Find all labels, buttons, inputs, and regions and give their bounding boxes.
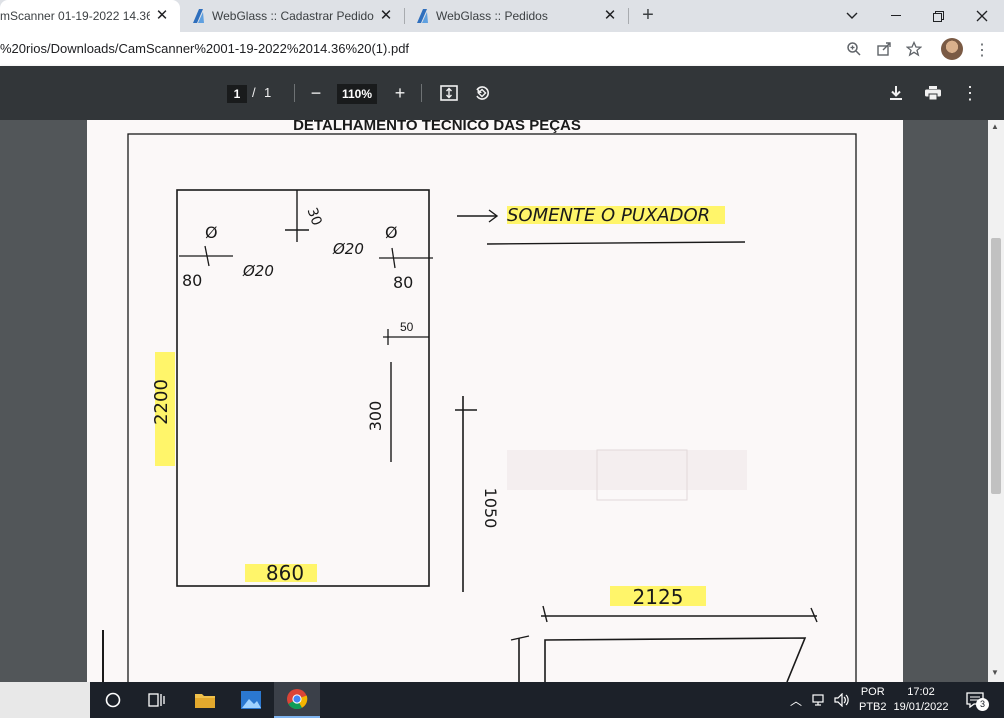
webglass-icon (193, 9, 204, 23)
dim-300-label: 300 (366, 401, 385, 432)
close-icon (976, 10, 988, 22)
network-icon[interactable] (812, 682, 828, 718)
tab-divider (628, 8, 629, 24)
only-handle-note: SOMENTE O PUXADOR (507, 205, 710, 226)
chrome-icon (287, 689, 308, 710)
dim-50-label: 50 (400, 320, 414, 334)
tab-strip: mScanner 01-19-2022 14.36 ✕ WebGlass :: … (0, 0, 1004, 32)
tab-title: WebGlass :: Pedidos (436, 9, 548, 23)
close-tab-icon[interactable]: ✕ (378, 8, 394, 24)
document-heading: DETALHAMENTO TÉCNICO DAS PEÇAS (293, 120, 581, 134)
tray-expand-icon[interactable]: ︿ (790, 682, 802, 718)
tab-cadastrar-pedido[interactable]: WebGlass :: Cadastrar Pedido ✕ (182, 0, 404, 32)
download-button[interactable] (884, 81, 908, 105)
tab-title: WebGlass :: Cadastrar Pedido (212, 9, 374, 23)
volume-icon[interactable] (834, 682, 850, 718)
height-2200-label: 2200 (151, 379, 172, 425)
rotate-button[interactable] (470, 81, 494, 105)
width-860-label: 860 (266, 561, 304, 585)
cortana-icon (105, 692, 121, 708)
dim-80-right-label: 80 (393, 273, 413, 292)
scrollbar-thumb[interactable] (991, 238, 1001, 494)
tab-pedidos[interactable]: WebGlass :: Pedidos ✕ (406, 0, 628, 32)
share-icon[interactable] (874, 39, 894, 59)
close-tab-icon[interactable]: ✕ (602, 8, 618, 24)
pdf-toolbar: 1 / 1 − 110% + ⋮ (0, 66, 1004, 120)
fit-page-button[interactable] (437, 81, 461, 105)
close-window-button[interactable] (960, 0, 1004, 32)
taskbar-search-area[interactable] (0, 682, 90, 718)
url-field[interactable]: %20rios/Downloads/CamScanner%2001-19-202… (0, 41, 409, 56)
rotate-icon (476, 86, 489, 100)
tab-camscanner[interactable]: mScanner 01-19-2022 14.36 ✕ (0, 0, 180, 32)
print-button[interactable] (921, 81, 945, 105)
zoom-icon[interactable] (844, 39, 864, 59)
restore-icon (932, 10, 944, 22)
notifications-button[interactable]: 3 (962, 682, 989, 718)
pdf-viewer: DETALHAMENTO TÉCNICO DAS PEÇAS 30 Ø 80 Ø… (0, 120, 1004, 682)
photos-app-button[interactable] (228, 682, 274, 718)
dia-20-right-label: Ø20 (332, 240, 364, 258)
windows-taskbar: ︿ POR PTB2 17:02 19/01/2022 3 (0, 682, 1004, 718)
keyboard-layout: PTB2 (859, 701, 887, 713)
webglass-icon (417, 9, 428, 23)
zoom-in-button[interactable]: + (388, 81, 412, 105)
bookmark-star-icon[interactable] (904, 39, 924, 59)
language-code: POR (860, 686, 885, 698)
close-tab-icon[interactable]: ✕ (154, 8, 170, 24)
clock[interactable]: 17:02 19/01/2022 (892, 682, 950, 718)
cortana-button[interactable] (90, 682, 136, 718)
chrome-app-button[interactable] (274, 682, 320, 718)
restore-button[interactable] (916, 0, 960, 32)
profile-avatar[interactable] (941, 38, 963, 60)
page-total: 1 (264, 85, 272, 100)
dim-80-left-label: 80 (182, 271, 202, 290)
clock-date: 19/01/2022 (893, 701, 949, 713)
scroll-up-icon[interactable]: ▲ (991, 122, 999, 131)
dia-20-left-label: Ø20 (242, 262, 274, 280)
task-view-icon (148, 693, 165, 707)
file-explorer-button[interactable] (182, 682, 228, 718)
notification-count-badge: 3 (976, 698, 989, 711)
technical-drawing: DETALHAMENTO TÉCNICO DAS PEÇAS 30 Ø 80 Ø… (87, 120, 903, 682)
task-view-button[interactable] (134, 682, 180, 718)
zoom-level-input[interactable]: 110% (337, 84, 377, 104)
toolbar-divider (421, 84, 422, 102)
photos-icon (241, 691, 261, 709)
input-language[interactable]: POR PTB2 (859, 682, 887, 718)
folder-icon (195, 694, 215, 708)
width-2125-label: 2125 (633, 585, 684, 609)
pdf-more-menu-icon[interactable]: ⋮ (958, 81, 982, 105)
tab-title: mScanner 01-19-2022 14.36 (0, 9, 150, 23)
dim-1050-label: 1050 (481, 488, 500, 529)
address-bar: %20rios/Downloads/CamScanner%2001-19-202… (0, 32, 1004, 66)
toolbar-divider (294, 84, 295, 102)
tab-divider (404, 8, 405, 24)
page-number-input[interactable]: 1 (227, 85, 247, 103)
hole-left-label: Ø (205, 223, 218, 242)
new-tab-button[interactable]: + (636, 4, 660, 28)
hole-right-label: Ø (385, 223, 398, 242)
page-separator: / (252, 85, 256, 100)
zoom-out-button[interactable]: − (304, 81, 328, 105)
pdf-page: DETALHAMENTO TÉCNICO DAS PEÇAS 30 Ø 80 Ø… (87, 120, 903, 682)
minimize-button[interactable] (874, 0, 918, 32)
chevron-down-icon (846, 12, 858, 19)
download-icon (890, 86, 902, 100)
tab-search-button[interactable] (830, 0, 874, 32)
scroll-down-icon[interactable]: ▼ (991, 668, 999, 677)
clock-time: 17:02 (907, 686, 935, 698)
fit-page-icon (440, 85, 458, 101)
print-icon (925, 86, 941, 100)
browser-menu-icon[interactable]: ⋮ (974, 40, 990, 60)
minimize-icon (891, 15, 901, 16)
